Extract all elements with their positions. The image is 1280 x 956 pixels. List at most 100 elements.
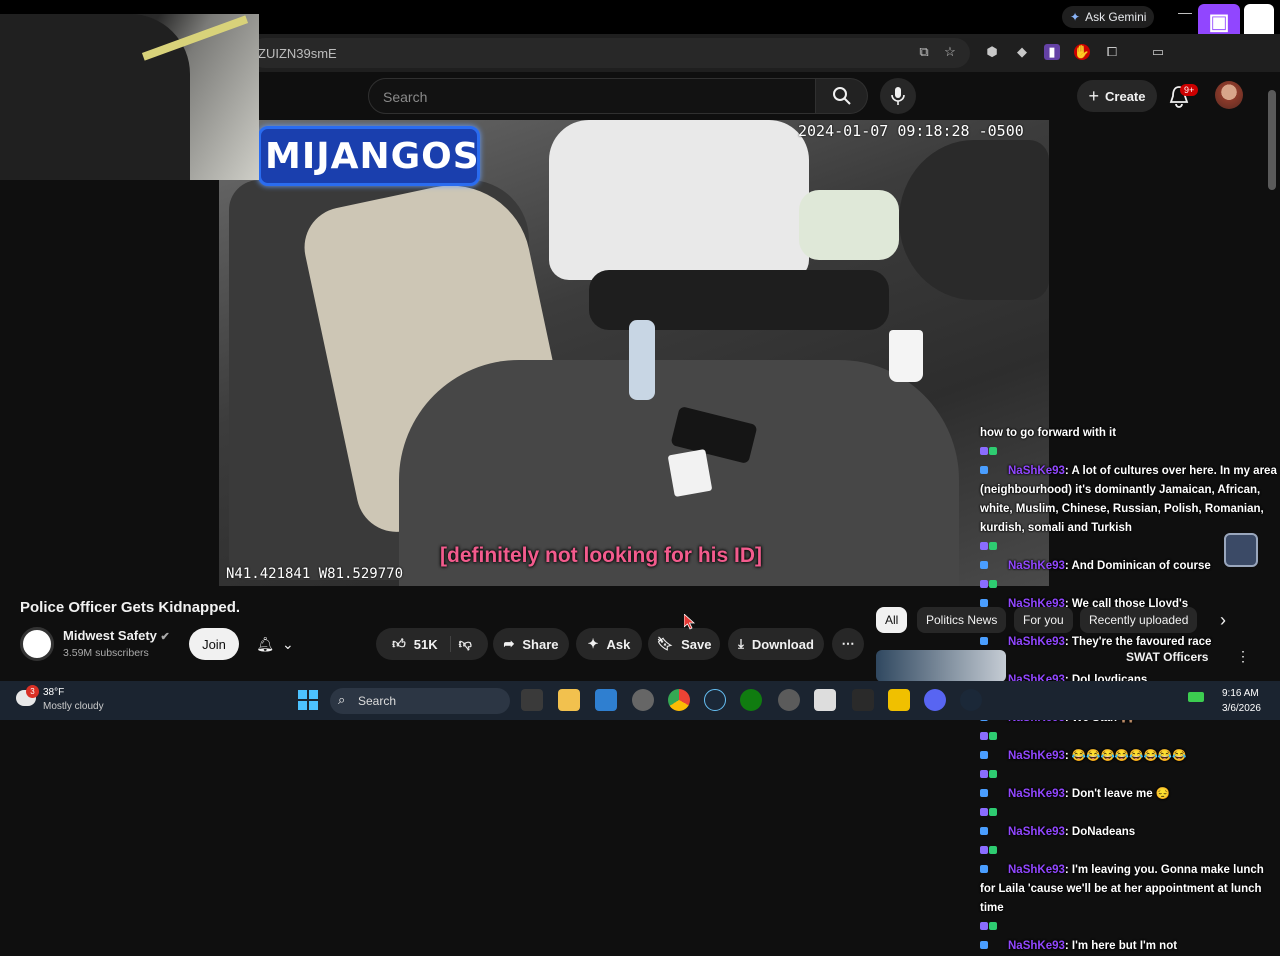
- like-dislike-group: 👍︎ 51K 👎︎: [376, 628, 488, 660]
- battery-icon[interactable]: [1188, 692, 1204, 702]
- start-windows-icon[interactable]: [298, 690, 318, 710]
- chip-recently-uploaded[interactable]: Recently uploaded: [1080, 607, 1198, 633]
- red-extension-icon[interactable]: ✋: [1074, 44, 1090, 60]
- address-bar-url: ZUIZN39smE: [258, 46, 337, 61]
- weather-description: Mostly cloudy: [43, 701, 104, 712]
- share-label: Share: [522, 636, 559, 652]
- epic-games-icon[interactable]: [852, 689, 874, 711]
- chat-message: NaShKe93: I'm here but I'm not: [980, 918, 1280, 956]
- chevron-down-icon: ⌄: [282, 635, 294, 652]
- suggested-video-title[interactable]: SWAT Officers: [1126, 650, 1208, 664]
- extension-diamond-icon[interactable]: ◆: [1014, 44, 1030, 60]
- chat-username: NaShKe93: [1008, 788, 1065, 800]
- download-icon: ⤓: [738, 636, 744, 651]
- bodycam-timestamp: 2024-01-07 09:18:28 -0500: [798, 122, 1024, 140]
- chevron-right-icon[interactable]: ›: [1220, 610, 1226, 631]
- download-button[interactable]: ⤓ Download: [728, 628, 824, 660]
- chat-username: NaShKe93: [1008, 465, 1065, 477]
- 7zip-icon[interactable]: [814, 689, 836, 711]
- clock-date[interactable]: 3/6/2026: [1222, 703, 1261, 714]
- minimize-icon[interactable]: —: [1178, 4, 1192, 20]
- mouse-cursor-icon: [683, 613, 696, 635]
- chip-all[interactable]: All: [876, 607, 908, 633]
- join-button[interactable]: Join: [189, 628, 239, 660]
- thumbs-down-icon[interactable]: 👎︎: [459, 636, 472, 652]
- share-icon: ➦: [503, 636, 515, 651]
- twitch-extension-icon[interactable]: ▮: [1044, 44, 1060, 60]
- driver-sweater-shape: [549, 120, 809, 280]
- water-bottle-shape: [629, 320, 655, 400]
- chat-text: : And Dominican of course: [1064, 560, 1211, 572]
- save-playlist-icon: 🔖︎: [656, 636, 674, 651]
- extension-icon[interactable]: ⬢: [984, 44, 1000, 60]
- file-explorer-icon[interactable]: [558, 689, 580, 711]
- chat-username: NaShKe93: [1008, 636, 1065, 648]
- task-view-icon[interactable]: [521, 689, 543, 711]
- chat-badge-icons: [980, 804, 1006, 835]
- subscription-bell-button[interactable]: 🔔︎ ⌄: [246, 628, 304, 660]
- more-actions-button[interactable]: ⋯: [832, 628, 864, 660]
- plus-icon: +: [1088, 85, 1100, 106]
- download-label: Download: [751, 636, 814, 652]
- steam-alt-icon[interactable]: [960, 689, 982, 711]
- microphone-icon: [891, 87, 905, 105]
- chat-text: : 😂😂😂😂😂😂😂😂: [1064, 750, 1187, 762]
- suggested-video-thumbnail[interactable]: [876, 650, 1006, 682]
- xbox-icon[interactable]: [740, 689, 762, 711]
- verified-icon: ✔: [160, 631, 170, 643]
- chrome-icon[interactable]: [668, 689, 690, 711]
- weather-badge: 3: [26, 685, 39, 698]
- name-banner: MIJANGOS: [258, 126, 480, 186]
- search-button[interactable]: [816, 78, 868, 114]
- taskbar-search-input[interactable]: Search: [330, 688, 510, 714]
- clock-time[interactable]: 9:16 AM: [1222, 688, 1259, 699]
- bookmark-star-icon[interactable]: ☆: [942, 44, 958, 60]
- like-button[interactable]: 👍︎ 51K: [392, 636, 451, 652]
- chat-badge-icons: [980, 842, 1006, 873]
- extensions-puzzle-icon[interactable]: ⧠: [1104, 44, 1120, 60]
- cigarette-pack-shape: [667, 449, 713, 497]
- channel-name-link[interactable]: Midwest Safety ✔: [63, 628, 170, 643]
- address-bar[interactable]: ZUIZN39smE: [250, 38, 970, 68]
- subscriber-count: 3.59M subscribers: [63, 647, 149, 659]
- chat-badge-icons: [980, 728, 1006, 759]
- ask-gemini-button[interactable]: ✦ Ask Gemini: [1062, 6, 1154, 28]
- video-player[interactable]: [219, 120, 1049, 586]
- chat-username: NaShKe93: [1008, 940, 1065, 952]
- discord-icon[interactable]: [924, 689, 946, 711]
- install-app-icon[interactable]: ⧉: [916, 44, 932, 60]
- chat-message: how to go forward with it: [980, 424, 1280, 443]
- create-label: Create: [1105, 88, 1146, 104]
- sparkle-icon: ✦: [587, 636, 599, 651]
- search-icon: [832, 87, 851, 105]
- channel-name: Midwest Safety: [63, 628, 157, 643]
- chat-message: NaShKe93: A lot of cultures over here. I…: [980, 443, 1280, 538]
- search-input[interactable]: Search: [368, 78, 816, 114]
- ask-label: Ask: [606, 636, 631, 652]
- riot-icon[interactable]: [888, 689, 910, 711]
- share-button[interactable]: ➦ Share: [493, 628, 569, 660]
- app-ring-icon[interactable]: [778, 689, 800, 711]
- voice-search-button[interactable]: [880, 78, 916, 114]
- chat-username: NaShKe93: [1008, 750, 1065, 762]
- account-avatar[interactable]: [1215, 81, 1243, 109]
- facecam-person-shape: [0, 14, 190, 180]
- chat-badge-icons: [980, 538, 1006, 569]
- chip-for-you[interactable]: For you: [1014, 607, 1073, 633]
- chip-politics-news[interactable]: Politics News: [917, 607, 1007, 633]
- create-button[interactable]: + Create: [1077, 80, 1157, 112]
- ask-button[interactable]: ✦ Ask: [576, 628, 642, 660]
- channel-avatar[interactable]: [20, 627, 54, 661]
- video-caption: [definitely not looking for his ID]: [440, 544, 762, 567]
- page-scrollbar[interactable]: [1268, 90, 1276, 190]
- thumbs-up-icon: 👍︎: [392, 636, 406, 651]
- obs-icon[interactable]: [632, 689, 654, 711]
- chat-message: NaShKe93: I'm leaving you. Gonna make lu…: [980, 842, 1280, 918]
- chat-badge-icons: [980, 576, 1006, 607]
- chat-text: how to go forward with it: [980, 427, 1117, 439]
- store-icon[interactable]: [595, 689, 617, 711]
- chat-text: : DoNadeans: [1064, 826, 1136, 838]
- more-vertical-icon[interactable]: ⋮: [1236, 648, 1250, 665]
- steam-icon[interactable]: [704, 689, 726, 711]
- tab-search-icon[interactable]: ▭: [1150, 44, 1166, 60]
